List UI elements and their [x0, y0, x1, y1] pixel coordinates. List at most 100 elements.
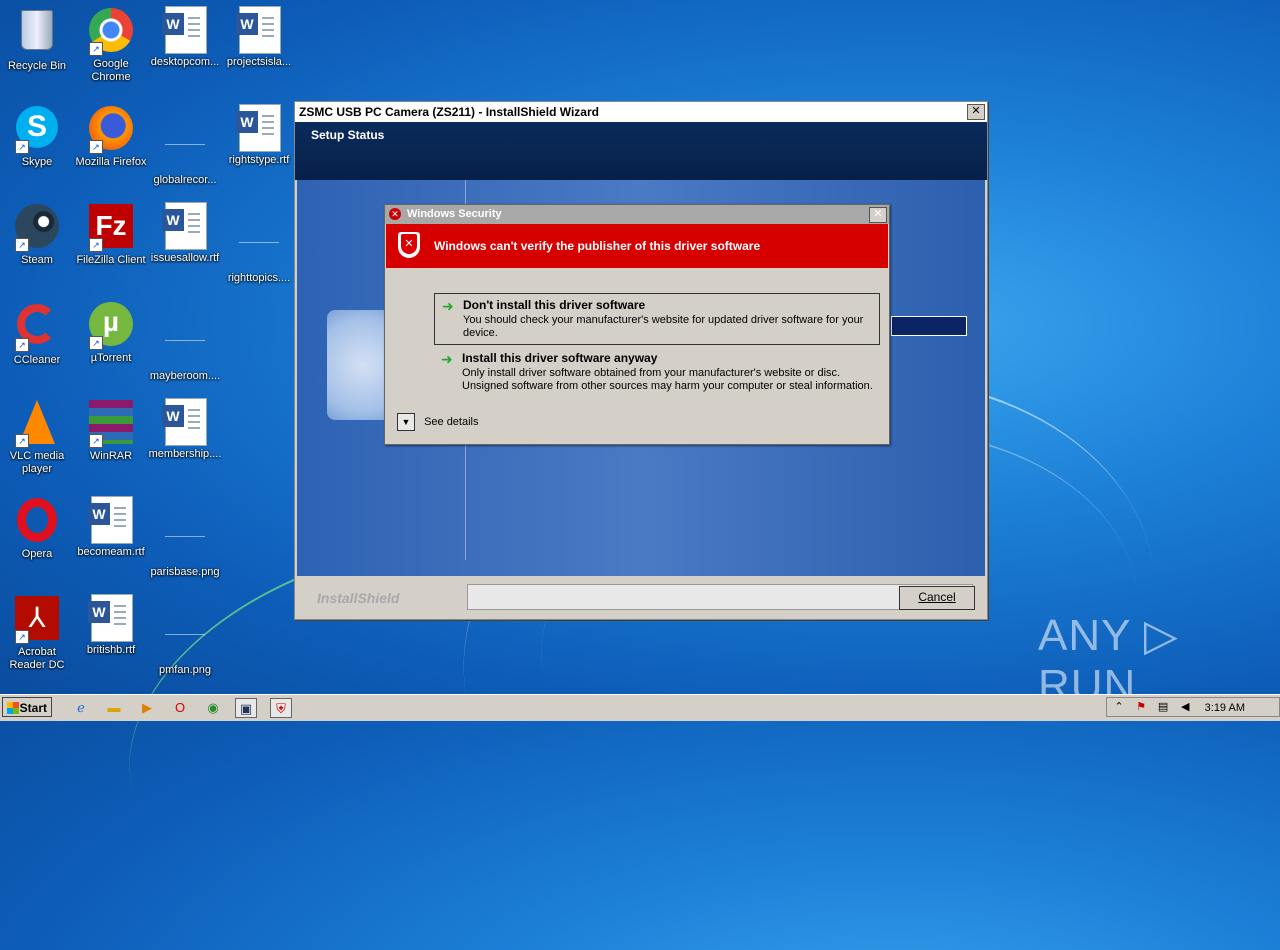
desktop-icon-skype[interactable]: S ↗ Skype [0, 104, 74, 169]
desktop-icon-vlc[interactable]: ↗ VLC media player [0, 398, 74, 476]
wizard-title: ZSMC USB PC Camera (ZS211) - InstallShie… [299, 105, 599, 119]
blank-file-icon [235, 222, 283, 270]
green-arrow-icon: ➜ [442, 298, 454, 314]
desktop-icon-recycle-bin[interactable]: Recycle Bin [0, 6, 74, 73]
desktop-icon-steam[interactable]: ↗ Steam [0, 202, 74, 267]
wizard-close-button[interactable]: ✕ [967, 104, 985, 120]
desktop-icon-membership[interactable]: membership.... [148, 398, 222, 461]
acrobat-icon: ⅄ ↗ [13, 596, 61, 644]
word-document-icon [235, 6, 283, 54]
security-close-button[interactable]: ✕ [869, 207, 887, 223]
security-title-bar: ✕ Windows Security ✕ [385, 205, 889, 224]
desktop-icon-parisbase[interactable]: parisbase.png [148, 496, 222, 579]
dont-install-option[interactable]: ➜ Don't install this driver software You… [434, 293, 880, 345]
cancel-button[interactable]: Cancel [899, 586, 975, 610]
desktop-icon-label: parisbase.png [150, 566, 220, 578]
utorrent-icon: µ ↗ [87, 302, 135, 350]
desktop-icon-label: Acrobat Reader DC [9, 646, 65, 671]
desktop-icon-label: Google Chrome [91, 58, 131, 83]
desktop-icon-label: britishb.rtf [86, 644, 136, 656]
opera-taskbar-icon[interactable]: O [169, 698, 191, 718]
desktop-icon-britishb[interactable]: britishb.rtf [74, 594, 148, 657]
action-center-icon[interactable]: ⚑ [1134, 698, 1148, 716]
desktop-icon-label: Recycle Bin [7, 60, 67, 72]
chrome-icon: ↗ [87, 8, 135, 56]
desktop-icon-label: rightstype.rtf [228, 154, 290, 166]
vlc-cone-icon: ↗ [13, 400, 61, 448]
desktop-icon-ccleaner[interactable]: ↗ CCleaner [0, 300, 74, 367]
installer-taskbar-icon[interactable]: ▣ [235, 698, 257, 718]
desktop-icon-rightstype[interactable]: rightstype.rtf [222, 104, 296, 167]
chevron-down-icon[interactable]: ▼ [397, 413, 415, 431]
opera-icon [13, 498, 61, 546]
option-title: Don't install this driver software [463, 298, 646, 312]
security-taskbar-icon[interactable]: ⛨ [270, 698, 292, 718]
desktop-icon-projectsisla[interactable]: projectsisla... [222, 6, 296, 69]
word-document-icon [161, 398, 209, 446]
winrar-icon: ↗ [87, 400, 135, 448]
desktop-icon-label: Steam [21, 254, 53, 266]
desktop-icon-desktopcom[interactable]: desktopcom... [148, 6, 222, 69]
chrome-taskbar-icon[interactable]: ◉ [202, 698, 224, 718]
internet-explorer-icon[interactable]: ℯ [70, 698, 92, 718]
desktop-icon-firefox[interactable]: ↗ Mozilla Firefox [74, 104, 148, 169]
desktop-icon-label: CCleaner [13, 354, 61, 366]
desktop-icon-winrar[interactable]: ↗ WinRAR [74, 398, 148, 463]
wizard-progress-bar [891, 316, 967, 336]
install-anyway-option[interactable]: ➜ Install this driver software anyway On… [434, 347, 880, 397]
shield-error-icon [398, 232, 420, 258]
desktop-icon-label: µTorrent [90, 352, 132, 364]
option-description: Only install driver software obtained fr… [462, 367, 873, 392]
chevron-up-icon[interactable]: ⌃ [1112, 698, 1126, 716]
wizard-footer: InstallShield Cancel [297, 576, 985, 617]
desktop-icon-mayberoom[interactable]: mayberoom.... [148, 300, 222, 383]
desktop-icon-opera[interactable]: Opera [0, 496, 74, 561]
blank-file-icon [161, 516, 209, 564]
desktop-icon-label: WinRAR [89, 450, 133, 462]
start-button[interactable]: Start [2, 697, 52, 717]
desktop-icon-acrobat[interactable]: ⅄ ↗ Acrobat Reader DC [0, 594, 74, 672]
desktop-icon-label: mayberoom.... [149, 370, 221, 382]
desktop-icon-utorrent[interactable]: µ ↗ µTorrent [74, 300, 148, 365]
desktop-icon-globalrecor[interactable]: globalrecor... [148, 104, 222, 187]
installshield-logo: InstallShield [317, 590, 400, 606]
volume-icon[interactable]: ◀ [1178, 698, 1192, 716]
skype-icon: S ↗ [13, 106, 61, 154]
word-document-icon [235, 104, 283, 152]
system-tray: ⌃ ⚑ ▤ ◀ 3:19 AM [1106, 697, 1280, 717]
desktop-icon-filezilla[interactable]: Fz ↗ FileZilla Client [74, 202, 148, 267]
security-title: Windows Security [407, 208, 502, 220]
word-document-icon [161, 202, 209, 250]
error-icon: ✕ [389, 208, 401, 220]
desktop-icon-label: issuesallow.rtf [150, 252, 220, 264]
ccleaner-icon: ↗ [13, 304, 61, 352]
desktop-icon-label: Mozilla Firefox [75, 156, 147, 168]
clock[interactable]: 3:19 AM [1205, 698, 1245, 718]
desktop-icon-label: globalrecor... [153, 174, 217, 186]
firefox-icon: ↗ [87, 106, 135, 154]
blank-file-icon [161, 124, 209, 172]
option-title: Install this driver software anyway [462, 351, 658, 365]
wizard-header: Setup Status [295, 122, 987, 180]
security-banner-text: Windows can't verify the publisher of th… [434, 239, 761, 253]
wizard-header-title: Setup Status [311, 128, 385, 142]
see-details-label: See details [424, 415, 479, 428]
desktop-icon-righttopics[interactable]: righttopics.... [222, 202, 296, 285]
word-document-icon [87, 594, 135, 642]
desktop-icon-pmfan[interactable]: pmfan.png [148, 594, 222, 677]
desktop-icon-label: membership.... [148, 448, 222, 460]
see-details-toggle[interactable]: ▼ See details [397, 413, 479, 431]
desktop-icon-label: pmfan.png [159, 664, 211, 676]
security-warning-banner: Windows can't verify the publisher of th… [386, 224, 888, 268]
desktop-icon-issuesallow[interactable]: issuesallow.rtf [148, 202, 222, 265]
network-icon[interactable]: ▤ [1156, 698, 1170, 716]
word-document-icon [161, 6, 209, 54]
steam-icon: ↗ [13, 204, 61, 252]
desktop-icon-chrome[interactable]: ↗ Google Chrome [74, 6, 148, 84]
media-player-icon[interactable]: ▶ [136, 698, 158, 718]
folder-icon[interactable]: ▬ [103, 698, 125, 718]
desktop-icon-label: becomeam.rtf [77, 546, 145, 558]
desktop-icon-becomeam[interactable]: becomeam.rtf [74, 496, 148, 559]
blank-file-icon [161, 320, 209, 368]
taskbar: Start ℯ ▬ ▶ O ◉ ▣ ⛨ ⌃ ⚑ ▤ ◀ 3:19 AM [0, 694, 1280, 721]
